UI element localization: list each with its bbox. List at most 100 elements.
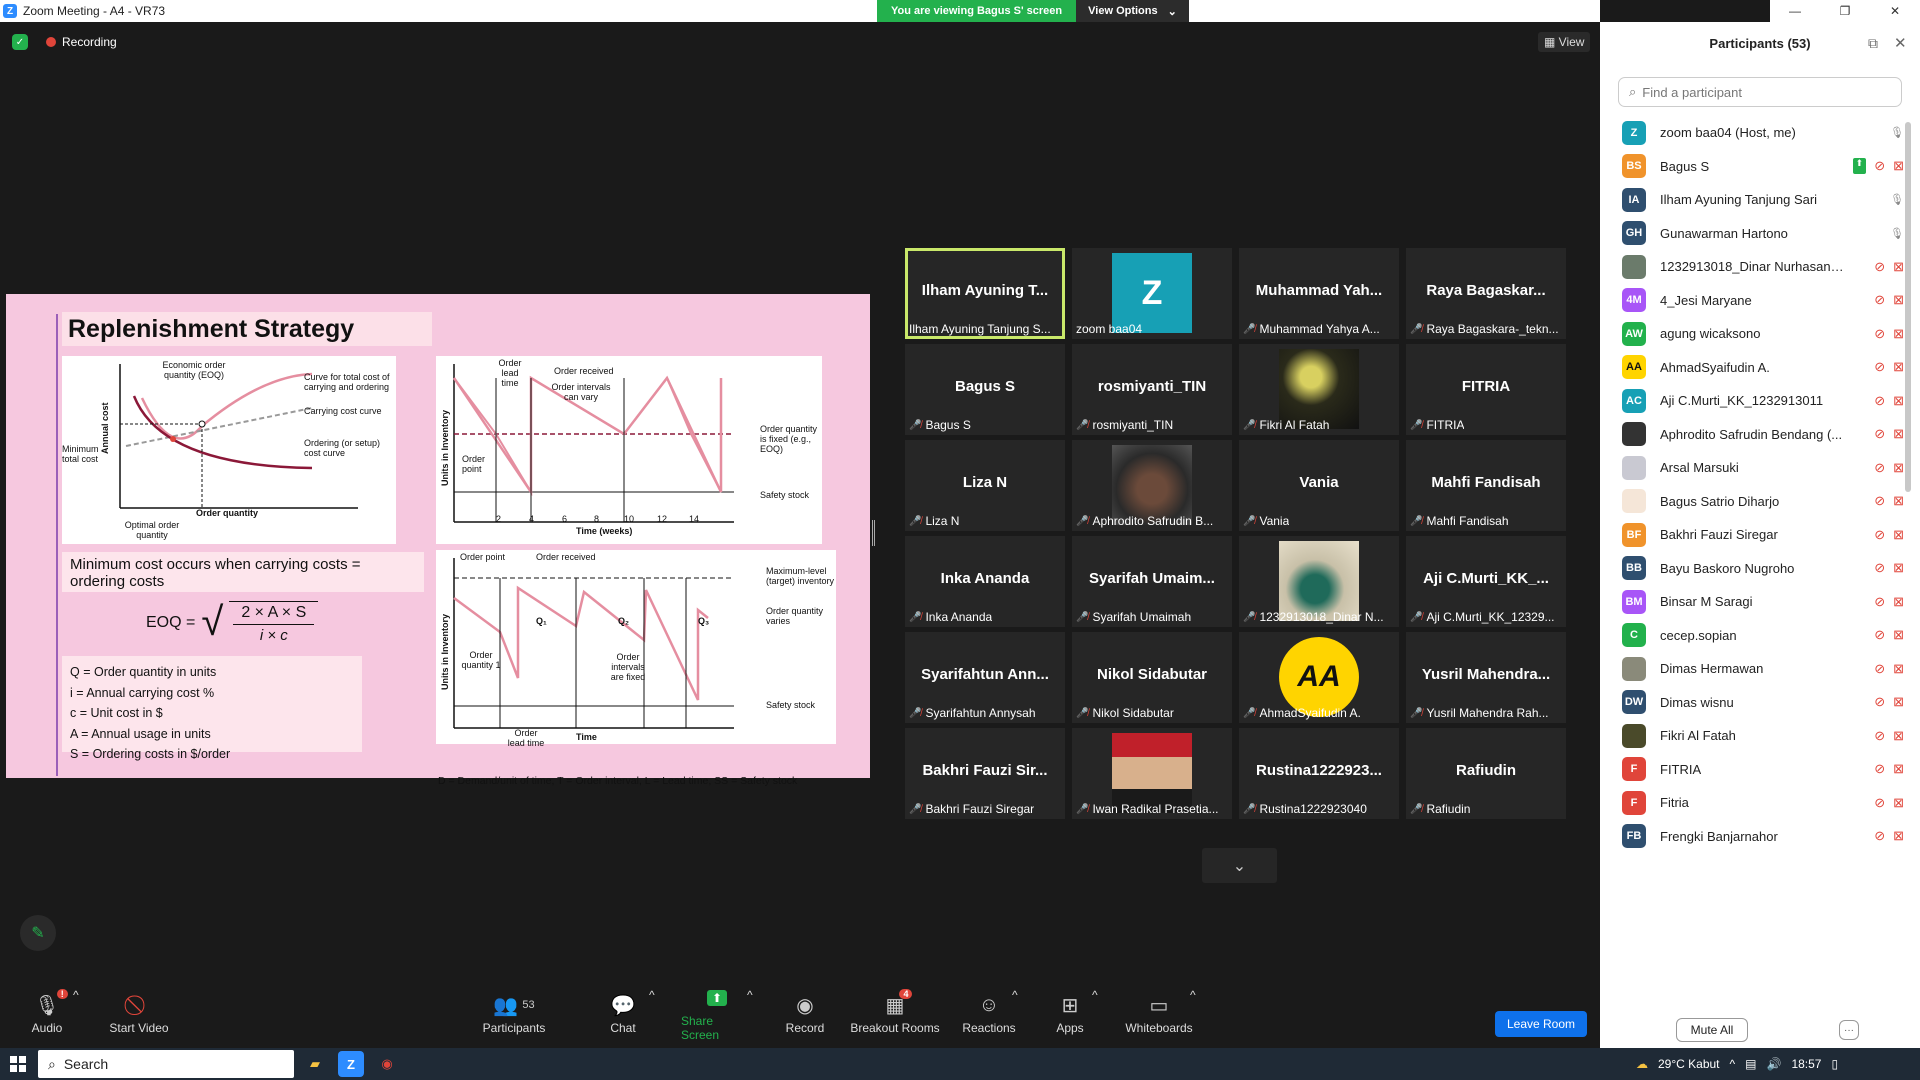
share-screen-button[interactable]: ⬆ Share Screen — [681, 980, 753, 1048]
mic-muted-icon[interactable]: ⊘ — [1874, 292, 1885, 308]
video-tile[interactable]: Raya Bagaskar... 🎤̸ Raya Bagaskara-_tekn..… — [1406, 248, 1566, 339]
whiteboards-button[interactable]: ▭ Whiteboards — [1124, 980, 1194, 1048]
chat-button[interactable]: 💬 Chat — [606, 980, 640, 1048]
mic-muted-icon[interactable]: ⊘ — [1874, 795, 1885, 811]
min-cost-text: Minimum cost occurs when carrying costs … — [62, 552, 424, 592]
audio-options-caret[interactable]: ^ — [73, 988, 79, 1002]
video-tile[interactable]: Zzoom baa04 — [1072, 248, 1232, 339]
mic-muted-icon[interactable]: ⊘ — [1874, 259, 1885, 275]
file-explorer-icon[interactable]: ▰ — [302, 1051, 328, 1077]
window-controls: — ❐ ✕ — [1770, 0, 1920, 22]
mic-muted-icon[interactable]: ⊘ — [1874, 493, 1885, 509]
video-tile[interactable]: Yusril Mahendra... 🎤̸ Yusril Mahendra Rah.… — [1406, 632, 1566, 723]
aa-logo-avatar: AA — [1279, 637, 1359, 717]
video-tile[interactable]: Ilham Ayuning T... Ilham Ayuning Tanjung … — [905, 248, 1065, 339]
video-tile[interactable]: 🎤̸ 1232913018_Dinar N... — [1239, 536, 1399, 627]
chat-options-caret[interactable]: ^ — [649, 988, 655, 1002]
video-tile[interactable]: Liza N 🎤̸ Liza N — [905, 440, 1065, 531]
mic-on-icon[interactable]: 🎙 — [1890, 227, 1904, 240]
mic-on-icon[interactable]: 🎙 — [1890, 126, 1904, 139]
video-tile[interactable]: Nikol Sidabutar 🎤̸ Nikol Sidabutar — [1072, 632, 1232, 723]
taskbar-search-input[interactable]: ⌕ Search — [38, 1050, 294, 1078]
mic-muted-icon[interactable]: ⊘ — [1874, 460, 1885, 476]
video-tile[interactable]: Muhammad Yah... 🎤̸ Muhammad Yahya A... — [1239, 248, 1399, 339]
video-tile[interactable]: Syarifah Umaim... 🎤̸ Syarifah Umaimah — [1072, 536, 1232, 627]
mic-muted-icon: 🎤̸ — [1076, 515, 1089, 527]
clock[interactable]: 18:57 — [1791, 1057, 1821, 1071]
mic-muted-icon[interactable]: ⊘ — [1874, 393, 1885, 409]
mic-muted-icon: 🎤̸ — [1076, 419, 1089, 431]
volume-icon[interactable]: 🔊 — [1767, 1057, 1782, 1071]
avatar — [1279, 541, 1359, 621]
resize-handle[interactable] — [872, 520, 875, 546]
gallery-next-page-button[interactable]: ⌄ — [1202, 848, 1277, 883]
record-button[interactable]: ◉ Record — [784, 980, 826, 1048]
mic-muted-icon[interactable]: ⊘ — [1874, 627, 1885, 643]
tray-chevron-icon[interactable]: ^ — [1730, 1057, 1736, 1071]
view-options-button[interactable]: View Options ⌄ — [1076, 0, 1189, 22]
chrome-icon[interactable]: ◉ — [374, 1051, 400, 1077]
mic-muted-icon[interactable]: ⊘ — [1874, 661, 1885, 677]
share-options-caret[interactable]: ^ — [747, 988, 753, 1002]
reactions-button[interactable]: ☺ Reactions — [962, 980, 1016, 1048]
mic-muted-icon[interactable]: ⊘ — [1874, 594, 1885, 610]
mic-muted-icon[interactable]: ⊘ — [1874, 359, 1885, 375]
video-tile[interactable]: Syarifahtun Ann... 🎤̸ Syarifahtun Annysah — [905, 632, 1065, 723]
leave-room-button[interactable]: Leave Room — [1495, 1011, 1587, 1037]
close-icon[interactable]: ✕ — [1870, 0, 1920, 22]
video-tile[interactable]: 🎤̸ Fikri Al Fatah — [1239, 344, 1399, 435]
video-tile[interactable]: AA 🎤̸ AhmadSyaifudin A. — [1239, 632, 1399, 723]
video-tile[interactable]: Inka Ananda 🎤̸ Inka Ananda — [905, 536, 1065, 627]
mic-muted-icon[interactable]: ⊘ — [1874, 761, 1885, 777]
video-tile[interactable]: 🎤̸ Aphrodito Safrudin B... — [1072, 440, 1232, 531]
video-tile[interactable]: FITRIA 🎤̸ FITRIA — [1406, 344, 1566, 435]
weather-text[interactable]: 29°C Kabut — [1658, 1057, 1720, 1071]
maximize-icon[interactable]: ❐ — [1820, 0, 1870, 22]
whiteboards-options-caret[interactable]: ^ — [1190, 988, 1196, 1002]
annotate-pen-icon[interactable]: ✎ — [20, 915, 56, 951]
mute-all-button[interactable]: Mute All — [1676, 1018, 1748, 1042]
start-video-button[interactable]: ⃠ Start Video — [104, 980, 174, 1048]
mic-muted-icon[interactable]: ⊘ — [1874, 560, 1885, 576]
security-shield-icon[interactable]: ✓ — [12, 34, 28, 50]
video-tile[interactable]: Rustina1222923... 🎤̸ Rustina1222923040 — [1239, 728, 1399, 819]
network-icon[interactable]: ▤ — [1745, 1057, 1756, 1071]
video-tile[interactable]: rosmiyanti_TIN 🎤̸ rosmiyanti_TIN — [1072, 344, 1232, 435]
mic-muted-icon[interactable]: ⊘ — [1874, 728, 1885, 744]
participant-row[interactable]: FB Frengki Banjarnahor ⊘ ⊠ — [1600, 816, 1904, 857]
audio-button[interactable]: 🎙! Audio — [28, 980, 68, 1048]
notification-icon[interactable]: ▯ — [1831, 1057, 1838, 1071]
close-panel-icon[interactable]: ✕ — [1894, 34, 1907, 52]
mic-muted-icon[interactable]: ⊘ — [1874, 828, 1885, 844]
windows-start-icon[interactable] — [10, 1056, 26, 1072]
reactions-options-caret[interactable]: ^ — [1012, 988, 1018, 1002]
mic-muted-icon[interactable]: ⊘ — [1874, 326, 1885, 342]
video-tile[interactable]: Bagus S 🎤̸ Bagus S — [905, 344, 1065, 435]
minimize-icon[interactable]: — — [1770, 0, 1820, 22]
apps-button[interactable]: ⊞ Apps — [1054, 980, 1086, 1048]
breakout-rooms-button[interactable]: ▦ 4 Breakout Rooms — [850, 980, 940, 1048]
tile-name-label: 🎤̸ Bakhri Fauzi Siregar — [909, 802, 1034, 816]
mic-muted-icon: 🎤̸ — [1410, 515, 1423, 527]
participant-list-scrollbar[interactable] — [1905, 122, 1911, 492]
participant-name: cecep.sopian — [1660, 627, 1737, 643]
mic-muted-icon[interactable]: ⊘ — [1874, 694, 1885, 710]
video-tile[interactable]: Bakhri Fauzi Sir... 🎤̸ Bakhri Fauzi Sirega… — [905, 728, 1065, 819]
video-tile[interactable]: Mahfi Fandisah 🎤̸ Mahfi Fandisah — [1406, 440, 1566, 531]
participant-search-input[interactable]: ⌕ Find a participant — [1618, 77, 1902, 107]
apps-options-caret[interactable]: ^ — [1092, 988, 1098, 1002]
video-tile[interactable]: 🎤̸ Iwan Radikal Prasetia... — [1072, 728, 1232, 819]
participants-button[interactable]: 👥 53 Participants — [478, 980, 550, 1048]
video-tile[interactable]: Vania 🎤̸ Vania — [1239, 440, 1399, 531]
more-options-button[interactable]: ··· — [1839, 1020, 1859, 1040]
mic-muted-icon[interactable]: ⊘ — [1874, 158, 1885, 174]
video-tile[interactable]: Rafiudin 🎤̸ Rafiudin — [1406, 728, 1566, 819]
view-button[interactable]: ▦ View — [1538, 32, 1591, 52]
mic-muted-icon[interactable]: ⊘ — [1874, 527, 1885, 543]
zoom-app-icon[interactable]: Z — [338, 1051, 364, 1077]
recording-indicator[interactable]: Recording — [46, 35, 117, 49]
mic-on-icon[interactable]: 🎙 — [1890, 193, 1904, 206]
video-tile[interactable]: Aji C.Murti_KK_... 🎤̸ Aji C.Murti_KK_12329… — [1406, 536, 1566, 627]
mic-muted-icon[interactable]: ⊘ — [1874, 426, 1885, 442]
popout-icon[interactable]: ⧉ — [1868, 35, 1878, 52]
